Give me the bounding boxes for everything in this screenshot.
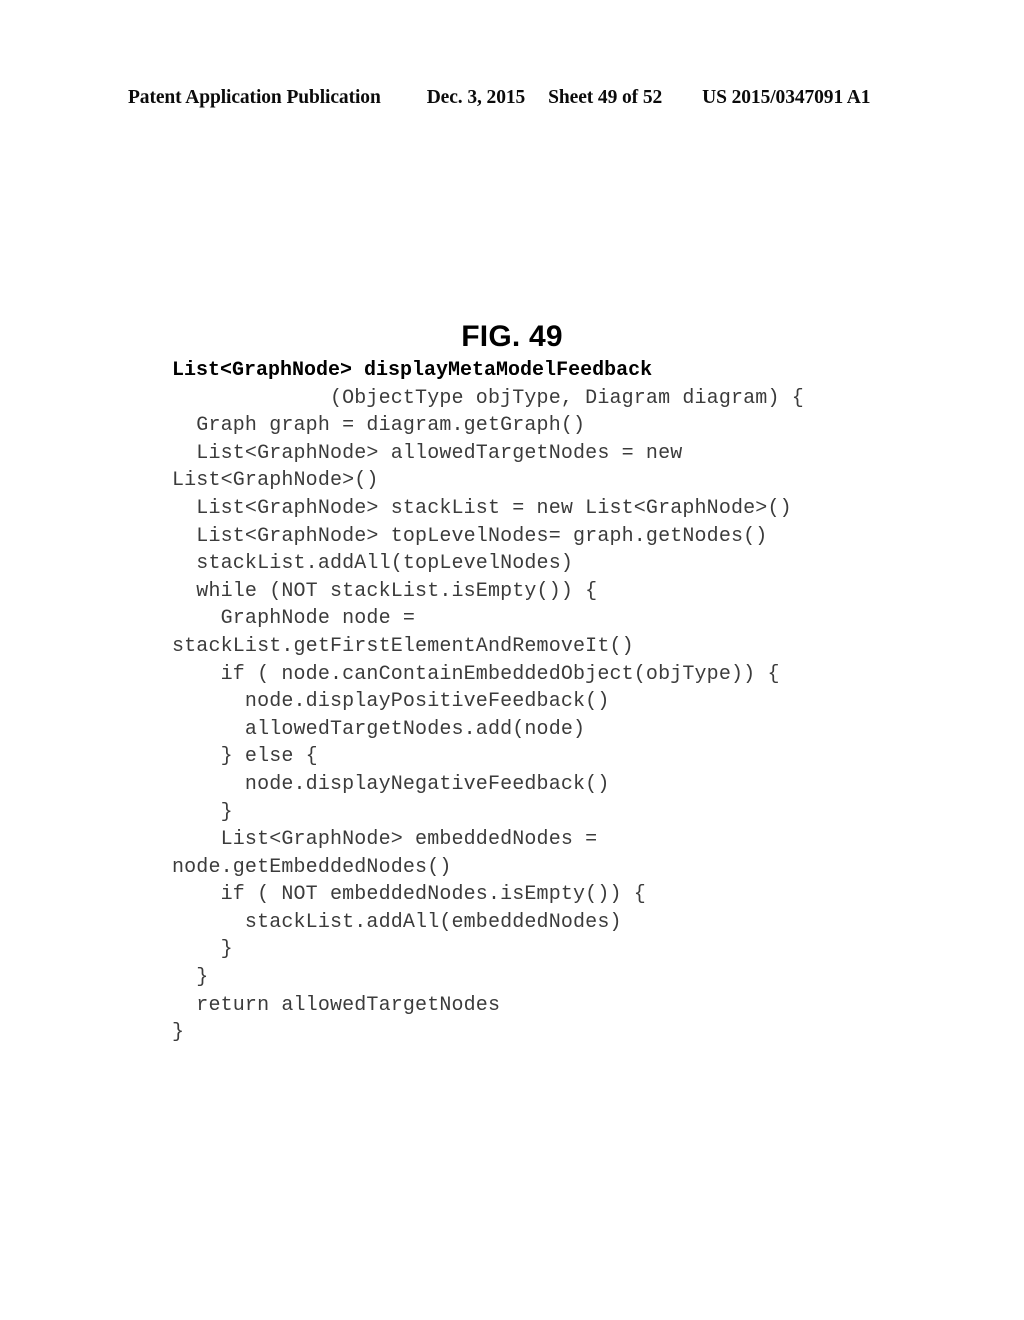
code-line: List<GraphNode> allowedTargetNodes = new <box>172 441 683 465</box>
code-line: allowedTargetNodes.add(node) <box>172 717 586 741</box>
running-header: Patent Application Publication Dec. 3, 2… <box>128 87 884 109</box>
code-line: node.displayNegativeFeedback() <box>172 772 610 796</box>
code-line: stackList.getFirstElementAndRemoveIt() <box>172 634 634 658</box>
patent-page: Patent Application Publication Dec. 3, 2… <box>0 0 1024 1320</box>
figure-title: FIG. 49 <box>461 320 563 353</box>
code-line: List<GraphNode>() <box>172 469 379 493</box>
code-line: } <box>172 966 209 990</box>
code-line: Graph graph = diagram.getGraph() <box>172 414 586 438</box>
code-line: (ObjectType objType, Diagram diagram) { <box>172 386 804 410</box>
header-patent-number: US 2015/0347091 A1 <box>702 87 871 108</box>
header-publication-date: Dec. 3, 2015 <box>426 87 526 108</box>
code-line: List<GraphNode> displayMetaModelFeedback <box>172 359 653 382</box>
code-line: List<GraphNode> embeddedNodes = <box>172 828 598 852</box>
code-line: return allowedTargetNodes <box>172 993 501 1017</box>
code-line: while (NOT stackList.isEmpty()) { <box>172 579 598 603</box>
code-line: node.displayPositiveFeedback() <box>172 690 610 714</box>
pseudocode-listing: List<GraphNode> displayMetaModelFeedback… <box>172 357 932 1047</box>
code-line: } <box>172 938 233 962</box>
code-line: stackList.addAll(topLevelNodes) <box>172 552 574 576</box>
code-line: if ( node.canContainEmbeddedObject(objTy… <box>172 662 780 686</box>
code-line: } else { <box>172 745 318 769</box>
code-line: } <box>172 800 233 824</box>
code-line: } <box>172 1021 185 1045</box>
code-line: GraphNode node = <box>172 607 416 631</box>
code-line: node.getEmbeddedNodes() <box>172 855 452 879</box>
code-line: List<GraphNode> stackList = new List<Gra… <box>172 496 792 520</box>
header-sheet-number: Sheet 49 of 52 <box>548 87 663 108</box>
code-line: stackList.addAll(embeddedNodes) <box>172 910 622 934</box>
code-line: List<GraphNode> topLevelNodes= graph.get… <box>172 524 768 548</box>
code-line: if ( NOT embeddedNodes.isEmpty()) { <box>172 883 646 907</box>
header-publication-label: Patent Application Publication <box>128 87 381 108</box>
